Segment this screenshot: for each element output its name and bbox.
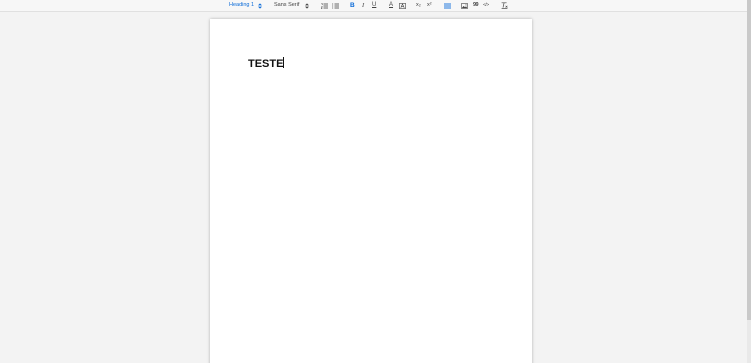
document-heading[interactable]: TESTE <box>248 57 285 71</box>
background-color-icon <box>399 2 406 9</box>
font-color-button[interactable]: A <box>389 0 393 11</box>
image-button[interactable] <box>461 0 468 11</box>
subscript-icon: x₂ <box>416 2 421 8</box>
scrollbar-track[interactable] <box>747 0 751 363</box>
subscript-button[interactable]: x₂ <box>416 0 421 11</box>
heading-picker-arrow-icon <box>258 2 263 9</box>
bullet-list-button[interactable] <box>332 0 339 11</box>
document-page[interactable]: TESTE <box>210 19 532 363</box>
code-block-button[interactable]: </> <box>483 0 489 11</box>
bold-button[interactable]: B <box>350 0 355 11</box>
underline-icon: U <box>372 2 377 8</box>
superscript-button[interactable]: x² <box>427 0 432 11</box>
font-picker-label: Sans Serif <box>274 2 300 8</box>
toolbar: Heading 1 Sans Serif B I U A x₂ x² 99 </… <box>0 0 751 12</box>
ordered-list-icon <box>321 2 328 9</box>
font-picker-arrow-icon <box>305 2 310 9</box>
heading-picker-label: Heading 1 <box>229 2 255 8</box>
clear-formatting-icon <box>501 2 508 9</box>
font-picker[interactable]: Sans Serif <box>274 0 310 11</box>
underline-button[interactable]: U <box>372 0 376 11</box>
font-color-icon: A <box>389 2 394 8</box>
background-color-button[interactable] <box>399 0 406 11</box>
superscript-icon: x² <box>427 2 432 8</box>
image-icon <box>461 2 468 9</box>
italic-button[interactable]: I <box>362 0 364 11</box>
text-caret <box>283 57 285 68</box>
editor-app: Heading 1 Sans Serif B I U A x₂ x² 99 </… <box>0 0 751 363</box>
align-button[interactable] <box>444 0 451 11</box>
blockquote-icon: 99 <box>473 2 479 8</box>
ordered-list-button[interactable] <box>321 0 328 11</box>
bullet-list-icon <box>332 3 339 8</box>
heading-text: TESTE <box>248 58 284 70</box>
scrollbar-thumb[interactable] <box>747 0 751 320</box>
clear-formatting-button[interactable] <box>501 0 508 11</box>
blockquote-button[interactable]: 99 <box>473 0 479 11</box>
heading-picker[interactable]: Heading 1 <box>229 0 263 11</box>
code-block-icon: </> <box>483 3 489 8</box>
align-icon <box>444 3 451 8</box>
italic-icon: I <box>362 2 365 9</box>
bold-icon: B <box>350 2 355 9</box>
